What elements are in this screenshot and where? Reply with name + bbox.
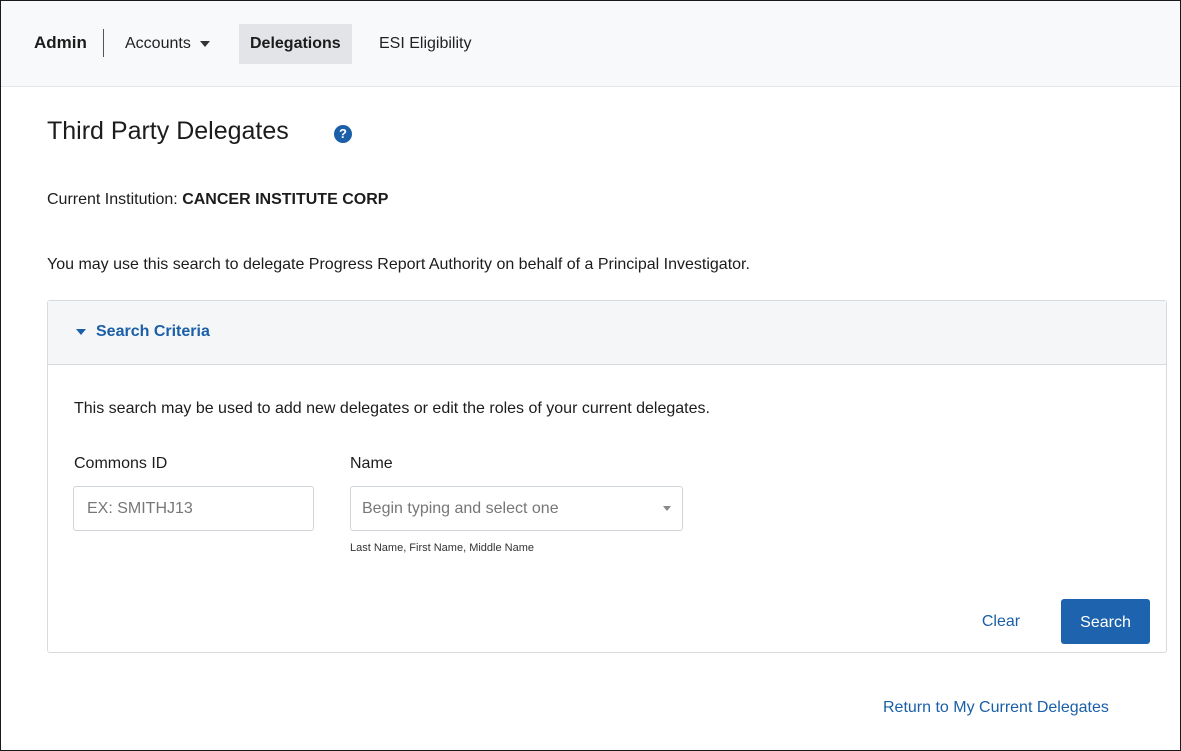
brand-admin[interactable]: Admin — [34, 33, 87, 53]
current-institution: Current Institution: CANCER INSTITUTE CO… — [47, 191, 388, 209]
caret-down-icon — [199, 40, 210, 47]
search-button[interactable]: Search — [1061, 599, 1150, 644]
search-description: This search may be used to add new deleg… — [74, 400, 710, 417]
name-select[interactable]: Begin typing and select one — [350, 486, 683, 531]
chevron-down-icon — [663, 506, 671, 511]
name-label: Name — [350, 455, 393, 472]
intro-text: You may use this search to delegate Prog… — [47, 256, 750, 273]
commons-id-input[interactable] — [73, 486, 314, 531]
name-select-placeholder: Begin typing and select one — [362, 500, 559, 517]
institution-name: CANCER INSTITUTE CORP — [182, 191, 389, 208]
help-icon[interactable]: ? — [334, 125, 352, 143]
nav-item-delegations-label: Delegations — [250, 35, 341, 52]
nav-item-delegations[interactable]: Delegations — [239, 24, 352, 64]
nav-item-accounts[interactable]: Accounts — [114, 24, 221, 64]
top-navbar: Admin Accounts Delegations ESI Eligibili… — [1, 1, 1180, 87]
nav-item-esi-eligibility[interactable]: ESI Eligibility — [368, 24, 482, 64]
nav-item-accounts-label: Accounts — [125, 35, 191, 52]
clear-button[interactable]: Clear — [963, 599, 1039, 643]
return-to-current-delegates-link[interactable]: Return to My Current Delegates — [883, 699, 1109, 717]
search-criteria-header[interactable]: Search Criteria — [48, 301, 1166, 365]
caret-down-icon — [76, 329, 86, 335]
search-criteria-title[interactable]: Search Criteria — [96, 323, 210, 341]
institution-label: Current Institution: — [47, 191, 178, 208]
search-criteria-panel: Search Criteria This search may be used … — [47, 300, 1167, 653]
name-hint: Last Name, First Name, Middle Name — [350, 542, 534, 554]
brand-divider — [103, 29, 104, 57]
page-title: Third Party Delegates — [47, 117, 289, 145]
commons-id-label: Commons ID — [74, 455, 168, 472]
nav-item-esi-eligibility-label: ESI Eligibility — [379, 35, 472, 52]
